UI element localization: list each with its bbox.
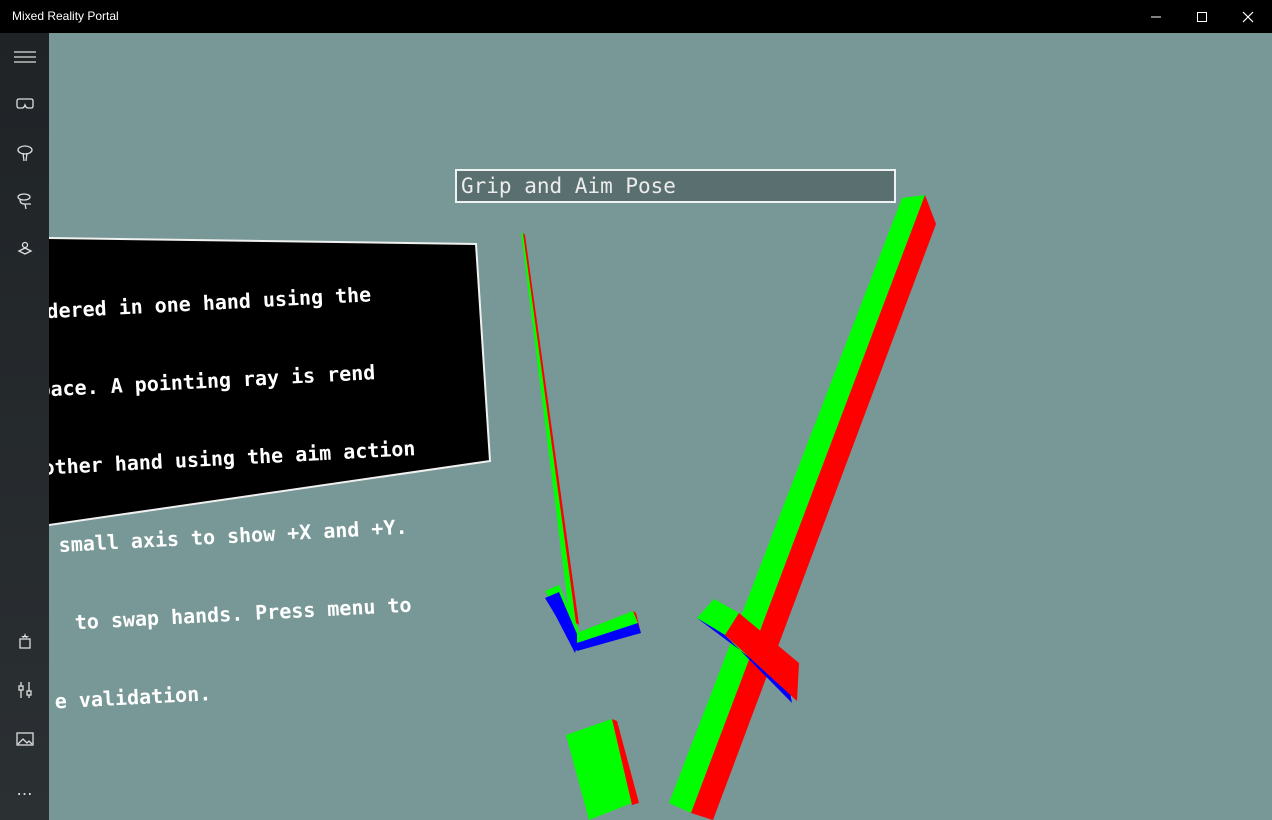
title-bar: Mixed Reality Portal — [0, 0, 1272, 33]
hamburger-menu-icon — [13, 51, 36, 63]
minimize-icon — [1151, 16, 1161, 17]
settings-icon — [17, 682, 32, 698]
boundary-nav-button[interactable] — [0, 229, 49, 269]
aim-pointing-ray — [521, 233, 576, 623]
controllers-nav-button[interactable] — [0, 181, 49, 221]
instruction-text: ndered in one hand using the pace. A poi… — [49, 223, 518, 766]
photos-icon — [15, 732, 34, 746]
headset-nav-button[interactable] — [0, 84, 49, 124]
instruction-line: e validation. — [54, 681, 212, 714]
instruction-line: pace. A pointing ray is rend — [49, 360, 376, 402]
settings-nav-button[interactable] — [0, 670, 49, 710]
controllers-icon — [16, 193, 31, 210]
instruction-line: ndered in one hand using the — [49, 282, 372, 324]
more-icon: … — [16, 779, 33, 799]
window-title: Mixed Reality Portal — [12, 9, 119, 23]
grip-pose-bar — [669, 195, 936, 820]
instruction-line: small axis to show +X and +Y. — [49, 514, 409, 558]
controller-nav-button[interactable] — [0, 133, 49, 173]
mixed-reality-viewport[interactable]: Grip and Aim Pose ndered in one hand usi… — [49, 33, 1272, 820]
instruction-line: other hand using the aim action — [49, 436, 416, 480]
instruction-line: to swap hands. Press menu to — [50, 592, 413, 636]
menu-button[interactable] — [0, 37, 49, 77]
navigation-sidebar: … — [0, 33, 49, 820]
more-button[interactable]: … — [0, 769, 49, 809]
minimize-button[interactable] — [1133, 0, 1179, 33]
holograms-nav-button[interactable] — [0, 621, 49, 661]
headset-icon — [15, 98, 34, 109]
hand-controller-icon — [16, 145, 33, 162]
holograms-icon — [18, 633, 31, 649]
photos-nav-button[interactable] — [0, 719, 49, 759]
close-button[interactable] — [1225, 0, 1271, 33]
aim-axis-gizmo — [545, 585, 641, 653]
maximize-button[interactable] — [1179, 0, 1225, 33]
maximize-icon — [1197, 11, 1207, 22]
grip-cube — [566, 719, 639, 820]
boundary-icon — [17, 241, 32, 255]
close-icon — [1242, 11, 1254, 22]
pose-title-label: Grip and Aim Pose — [455, 169, 896, 203]
